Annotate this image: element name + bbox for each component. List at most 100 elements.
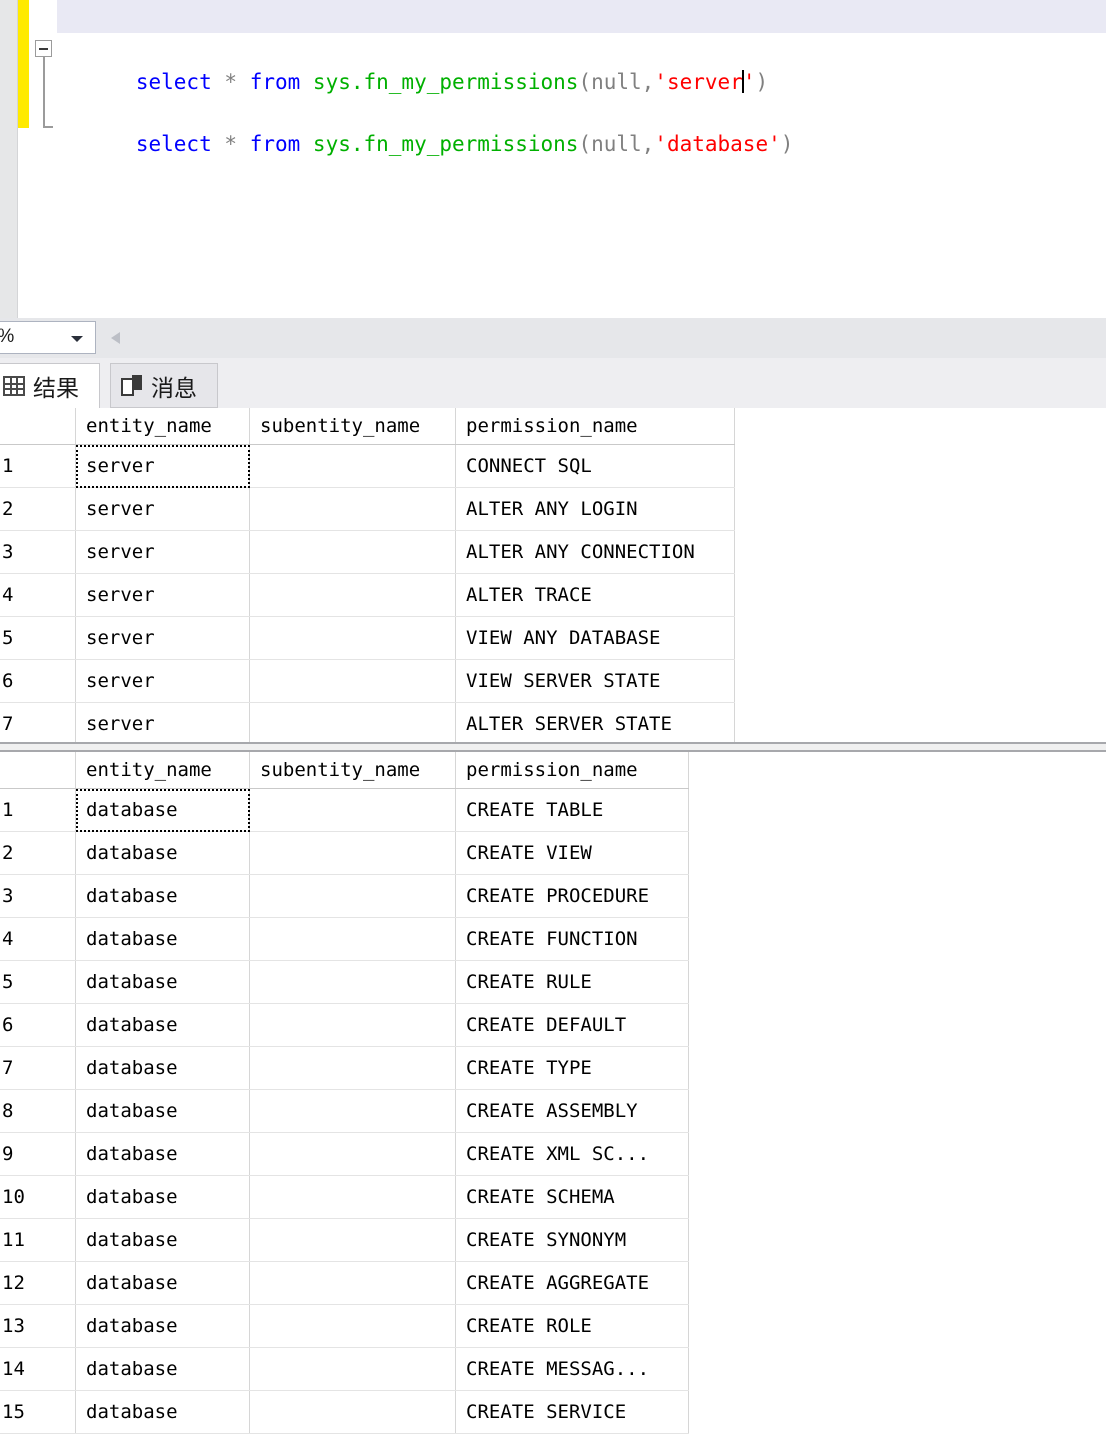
column-header-entity-name[interactable]: entity_name <box>75 408 250 445</box>
row-number[interactable]: 4 <box>0 573 76 617</box>
cell-entity-name[interactable]: database <box>75 917 250 961</box>
row-number[interactable]: 14 <box>0 1347 76 1391</box>
cell-entity-name[interactable]: server <box>75 702 250 746</box>
row-number[interactable]: 5 <box>0 960 76 1004</box>
cell-subentity-name[interactable] <box>249 573 456 617</box>
cell-permission-name[interactable]: ALTER SERVER STATE <box>455 702 735 746</box>
cell-entity-name[interactable]: database <box>75 1390 250 1434</box>
cell-subentity-name[interactable] <box>249 1347 456 1391</box>
row-number[interactable]: 3 <box>0 530 76 574</box>
table-row[interactable]: 7 database CREATE TYPE <box>0 1046 689 1090</box>
table-row[interactable]: 12 database CREATE AGGREGATE <box>0 1261 689 1305</box>
row-number[interactable]: 6 <box>0 1003 76 1047</box>
row-number[interactable]: 2 <box>0 831 76 875</box>
table-row[interactable]: 5 database CREATE RULE <box>0 960 689 1004</box>
cell-permission-name[interactable]: ALTER ANY CONNECTION <box>455 530 735 574</box>
zoom-level-combobox[interactable]: 00 % <box>0 321 96 354</box>
row-number[interactable]: 1 <box>0 788 76 832</box>
cell-entity-name[interactable]: database <box>75 831 250 875</box>
row-number[interactable]: 2 <box>0 487 76 531</box>
cell-entity-name-selected[interactable]: database <box>75 788 250 832</box>
cell-subentity-name[interactable] <box>249 1261 456 1305</box>
table-row[interactable]: 2 server ALTER ANY LOGIN <box>0 487 735 531</box>
cell-permission-name[interactable]: CREATE TABLE <box>455 788 689 832</box>
cell-entity-name[interactable]: database <box>75 1261 250 1305</box>
cell-subentity-name[interactable] <box>249 659 456 703</box>
cell-entity-name[interactable]: database <box>75 1132 250 1176</box>
cell-entity-name[interactable]: server <box>75 487 250 531</box>
row-number[interactable]: 13 <box>0 1304 76 1348</box>
table-row[interactable]: 6 database CREATE DEFAULT <box>0 1003 689 1047</box>
table-row[interactable]: 4 database CREATE FUNCTION <box>0 917 689 961</box>
column-header-rownum[interactable] <box>0 752 76 789</box>
chevron-down-icon[interactable] <box>71 336 83 342</box>
column-header-permission-name[interactable]: permission_name <box>455 408 735 445</box>
cell-entity-name-selected[interactable]: server <box>75 444 250 488</box>
table-row[interactable]: 5 server VIEW ANY DATABASE <box>0 616 735 660</box>
row-number[interactable]: 11 <box>0 1218 76 1262</box>
table-row[interactable]: 13 database CREATE ROLE <box>0 1304 689 1348</box>
cell-subentity-name[interactable] <box>249 917 456 961</box>
table-row[interactable]: 3 server ALTER ANY CONNECTION <box>0 530 735 574</box>
column-header-subentity-name[interactable]: subentity_name <box>249 752 456 789</box>
table-row[interactable]: 1 server CONNECT SQL <box>0 444 735 488</box>
cell-subentity-name[interactable] <box>249 616 456 660</box>
row-number[interactable]: 5 <box>0 616 76 660</box>
cell-entity-name[interactable]: database <box>75 1089 250 1133</box>
cell-permission-name[interactable]: CREATE VIEW <box>455 831 689 875</box>
cell-permission-name[interactable]: CREATE ROLE <box>455 1304 689 1348</box>
cell-entity-name[interactable]: database <box>75 960 250 1004</box>
row-number[interactable]: 8 <box>0 1089 76 1133</box>
cell-subentity-name[interactable] <box>249 831 456 875</box>
table-row[interactable]: 11 database CREATE SYNONYM <box>0 1218 689 1262</box>
cell-subentity-name[interactable] <box>249 1003 456 1047</box>
cell-subentity-name[interactable] <box>249 1046 456 1090</box>
column-header-rownum[interactable] <box>0 408 76 445</box>
cell-entity-name[interactable]: server <box>75 573 250 617</box>
code-text-area[interactable]: select * from sys.fn_my_permissions(null… <box>57 0 1106 318</box>
cell-subentity-name[interactable] <box>249 702 456 746</box>
cell-permission-name[interactable]: VIEW ANY DATABASE <box>455 616 735 660</box>
row-number[interactable]: 4 <box>0 917 76 961</box>
cell-subentity-name[interactable] <box>249 1304 456 1348</box>
cell-subentity-name[interactable] <box>249 1089 456 1133</box>
editor-outlining-margin[interactable] <box>29 0 57 318</box>
cell-entity-name[interactable]: database <box>75 874 250 918</box>
cell-permission-name[interactable]: CREATE SCHEMA <box>455 1175 689 1219</box>
table-row[interactable]: 2 database CREATE VIEW <box>0 831 689 875</box>
cell-permission-name[interactable]: CREATE TYPE <box>455 1046 689 1090</box>
cell-entity-name[interactable]: server <box>75 530 250 574</box>
cell-subentity-name[interactable] <box>249 788 456 832</box>
table-row[interactable]: 15 database CREATE SERVICE <box>0 1390 689 1434</box>
cell-subentity-name[interactable] <box>249 960 456 1004</box>
row-number[interactable]: 10 <box>0 1175 76 1219</box>
cell-subentity-name[interactable] <box>249 1390 456 1434</box>
code-line-1[interactable]: select * from sys.fn_my_permissions(null… <box>57 0 1106 94</box>
cell-permission-name[interactable]: CREATE ASSEMBLY <box>455 1089 689 1133</box>
cell-permission-name[interactable]: CREATE MESSAG... <box>455 1347 689 1391</box>
cell-subentity-name[interactable] <box>249 1132 456 1176</box>
table-row[interactable]: 14 database CREATE MESSAG... <box>0 1347 689 1391</box>
results-grid-server[interactable]: entity_name subentity_name permission_na… <box>0 408 1106 746</box>
results-grid-splitter[interactable] <box>0 742 1106 752</box>
collapse-minus-icon[interactable] <box>35 40 52 57</box>
results-grid-database[interactable]: entity_name subentity_name permission_na… <box>0 752 1106 1434</box>
cell-permission-name[interactable]: CREATE AGGREGATE <box>455 1261 689 1305</box>
cell-permission-name[interactable]: CREATE RULE <box>455 960 689 1004</box>
cell-permission-name[interactable]: VIEW SERVER STATE <box>455 659 735 703</box>
cell-permission-name[interactable]: CREATE SYNONYM <box>455 1218 689 1262</box>
sql-editor-pane[interactable]: select * from sys.fn_my_permissions(null… <box>0 0 1106 318</box>
table-row[interactable]: 10 database CREATE SCHEMA <box>0 1175 689 1219</box>
row-number[interactable]: 7 <box>0 702 76 746</box>
cell-permission-name[interactable]: CREATE DEFAULT <box>455 1003 689 1047</box>
cell-permission-name[interactable]: CREATE PROCEDURE <box>455 874 689 918</box>
cell-subentity-name[interactable] <box>249 487 456 531</box>
row-number[interactable]: 6 <box>0 659 76 703</box>
cell-entity-name[interactable]: server <box>75 659 250 703</box>
row-number[interactable]: 3 <box>0 874 76 918</box>
cell-permission-name[interactable]: ALTER TRACE <box>455 573 735 617</box>
cell-permission-name[interactable]: ALTER ANY LOGIN <box>455 487 735 531</box>
cell-entity-name[interactable]: server <box>75 616 250 660</box>
table-row[interactable]: 9 database CREATE XML SC... <box>0 1132 689 1176</box>
code-line-4[interactable]: select * from sys.fn_my_permissions(null… <box>57 95 1106 156</box>
